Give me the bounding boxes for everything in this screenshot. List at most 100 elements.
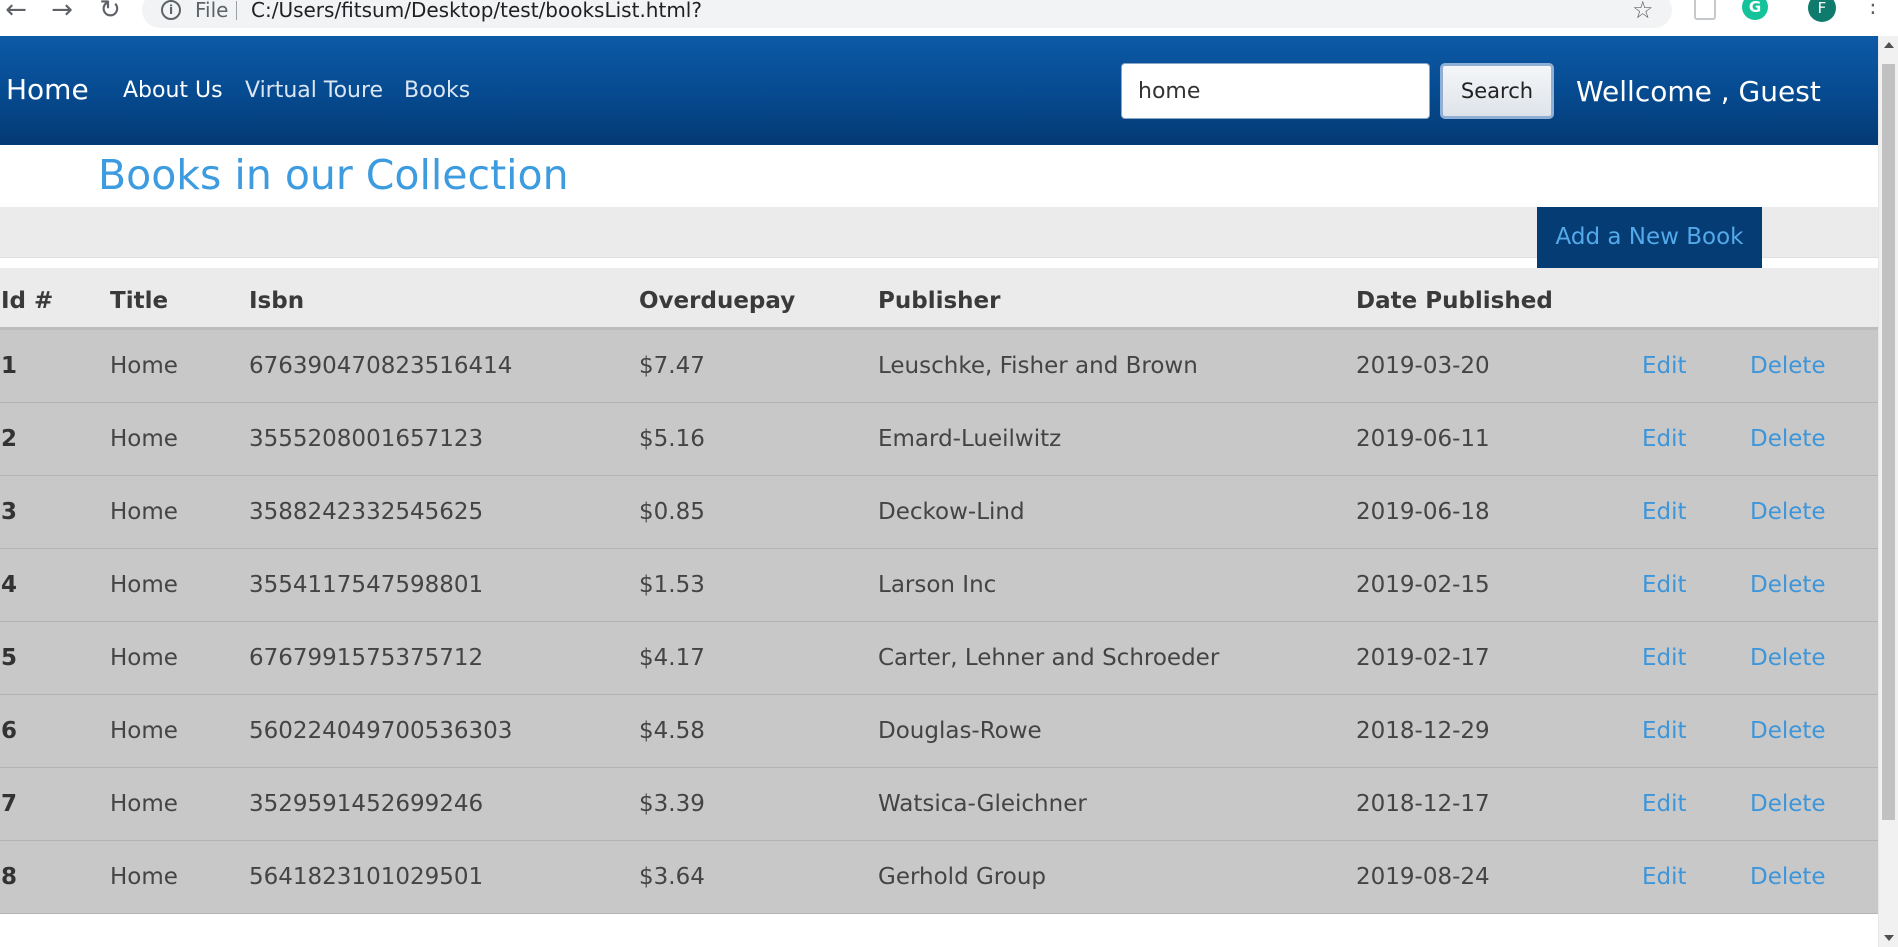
cell-date-published: 2019-08-24	[1356, 864, 1490, 890]
cell-isbn: 3588242332545625	[249, 499, 484, 525]
table-row: 4 Home 3554117547598801 $1.53 Larson Inc 2019…	[0, 549, 1878, 622]
cell-overduepay: $7.47	[639, 353, 705, 379]
table-header: Id # Title Isbn Overduepay Publisher Dat…	[0, 268, 1878, 330]
cell-title: Home	[110, 572, 178, 598]
nav-about-us-link[interactable]: About Us	[123, 78, 223, 104]
cell-title: Home	[110, 645, 178, 671]
table-row: 8 Home 5641823101029501 $3.64 Gerhold Group 2…	[0, 841, 1878, 914]
cell-date-published: 2019-02-15	[1356, 572, 1490, 598]
cell-overduepay: $3.39	[639, 791, 705, 817]
browser-menu-icon[interactable]: ⋮	[1862, 0, 1884, 18]
edit-link[interactable]: Edit	[1642, 718, 1687, 744]
scrollbar-thumb[interactable]	[1882, 64, 1895, 820]
bookmark-star-icon[interactable]: ☆	[1632, 0, 1654, 24]
cell-publisher: Gerhold Group	[878, 864, 1046, 890]
search-button[interactable]: Search	[1440, 63, 1554, 119]
address-separator	[236, 1, 237, 20]
cell-title: Home	[110, 864, 178, 890]
header-date-published: Date Published	[1356, 288, 1553, 314]
table-row: 7 Home 3529591452699246 $3.39 Watsica-Gleich…	[0, 768, 1878, 841]
cell-title: Home	[110, 718, 178, 744]
cell-overduepay: $0.85	[639, 499, 705, 525]
scroll-down-arrow-icon[interactable]	[1884, 935, 1894, 941]
cell-isbn: 560224049700536303	[249, 718, 513, 744]
cell-publisher: Douglas-Rowe	[878, 718, 1042, 744]
edit-link[interactable]: Edit	[1642, 353, 1687, 379]
cell-publisher: Emard-Lueilwitz	[878, 426, 1062, 452]
cell-id: 7	[1, 791, 18, 817]
page-scrollbar[interactable]	[1878, 36, 1898, 947]
edit-link[interactable]: Edit	[1642, 426, 1687, 452]
cell-overduepay: $4.17	[639, 645, 705, 671]
cell-id: 6	[1, 718, 18, 744]
delete-link[interactable]: Delete	[1750, 499, 1826, 525]
edit-link[interactable]: Edit	[1642, 499, 1687, 525]
navbar: Home About Us Virtual Toure Books Search…	[0, 36, 1878, 145]
delete-link[interactable]: Delete	[1750, 791, 1826, 817]
grammarly-icon[interactable]: G	[1742, 0, 1768, 20]
nav-home-link[interactable]: Home	[6, 74, 89, 106]
header-overduepay: Overduepay	[639, 288, 796, 314]
search-input[interactable]	[1121, 63, 1430, 119]
table-row: 1 Home 676390470823516414 $7.47 Leuschke, Fi…	[0, 330, 1878, 403]
table-body: 1 Home 676390470823516414 $7.47 Leuschke, Fi…	[0, 330, 1878, 914]
cell-overduepay: $3.64	[639, 864, 705, 890]
delete-link[interactable]: Delete	[1750, 645, 1826, 671]
delete-link[interactable]: Delete	[1750, 864, 1826, 890]
cell-title: Home	[110, 791, 178, 817]
cell-date-published: 2018-12-17	[1356, 791, 1490, 817]
table-row: 6 Home 560224049700536303 $4.58 Douglas-Rowe…	[0, 695, 1878, 768]
nav-virtual-tour-link[interactable]: Virtual Toure	[245, 78, 383, 104]
cell-title: Home	[110, 426, 178, 452]
cell-publisher: Deckow-Lind	[878, 499, 1025, 525]
header-isbn: Isbn	[249, 288, 305, 314]
books-table: Id # Title Isbn Overduepay Publisher Dat…	[0, 268, 1878, 914]
table-row: 3 Home 3588242332545625 $0.85 Deckow-Lind 201…	[0, 476, 1878, 549]
cell-publisher: Watsica-Gleichner	[878, 791, 1087, 817]
cell-date-published: 2018-12-29	[1356, 718, 1490, 744]
delete-link[interactable]: Delete	[1750, 572, 1826, 598]
cell-overduepay: $5.16	[639, 426, 705, 452]
cell-publisher: Leuschke, Fisher and Brown	[878, 353, 1198, 379]
edit-link[interactable]: Edit	[1642, 572, 1687, 598]
cell-date-published: 2019-06-11	[1356, 426, 1490, 452]
add-new-book-button[interactable]: Add a New Book	[1537, 207, 1762, 268]
cell-publisher: Larson Inc	[878, 572, 997, 598]
back-arrow-icon[interactable]: ←	[2, 0, 30, 23]
url-text[interactable]: C:/Users/fitsum/Desktop/test/booksList.h…	[251, 0, 702, 20]
nav-books-link[interactable]: Books	[404, 78, 470, 104]
cell-date-published: 2019-03-20	[1356, 353, 1490, 379]
cell-isbn: 676390470823516414	[249, 353, 513, 379]
cell-id: 3	[1, 499, 18, 525]
cell-isbn: 5641823101029501	[249, 864, 484, 890]
header-id: Id #	[1, 288, 54, 314]
delete-link[interactable]: Delete	[1750, 353, 1826, 379]
cell-date-published: 2019-06-18	[1356, 499, 1490, 525]
cell-overduepay: $4.58	[639, 718, 705, 744]
cell-id: 5	[1, 645, 18, 671]
edit-link[interactable]: Edit	[1642, 791, 1687, 817]
cell-id: 2	[1, 426, 18, 452]
cell-isbn: 3555208001657123	[249, 426, 484, 452]
extension-icon[interactable]	[1694, 0, 1716, 20]
reload-icon[interactable]: ↻	[96, 0, 124, 23]
welcome-message: Wellcome , Guest	[1576, 75, 1821, 108]
edit-link[interactable]: Edit	[1642, 864, 1687, 890]
cell-id: 1	[1, 353, 18, 379]
edit-link[interactable]: Edit	[1642, 645, 1687, 671]
cell-date-published: 2019-02-17	[1356, 645, 1490, 671]
browser-chrome: ← → ↻ i File C:/Users/fitsum/Desktop/tes…	[0, 0, 1898, 36]
file-label: File	[195, 0, 229, 22]
info-icon[interactable]: i	[161, 0, 181, 20]
header-title: Title	[110, 288, 169, 314]
table-row: 5 Home 6767991575375712 $4.17 Carter, Lehner…	[0, 622, 1878, 695]
cell-isbn: 3529591452699246	[249, 791, 484, 817]
profile-avatar[interactable]: F	[1808, 0, 1836, 22]
delete-link[interactable]: Delete	[1750, 718, 1826, 744]
forward-arrow-icon[interactable]: →	[48, 0, 76, 23]
cell-title: Home	[110, 353, 178, 379]
delete-link[interactable]: Delete	[1750, 426, 1826, 452]
page-viewport: Home About Us Virtual Toure Books Search…	[0, 36, 1878, 947]
cell-id: 8	[1, 864, 18, 890]
scroll-up-arrow-icon[interactable]	[1884, 42, 1894, 48]
